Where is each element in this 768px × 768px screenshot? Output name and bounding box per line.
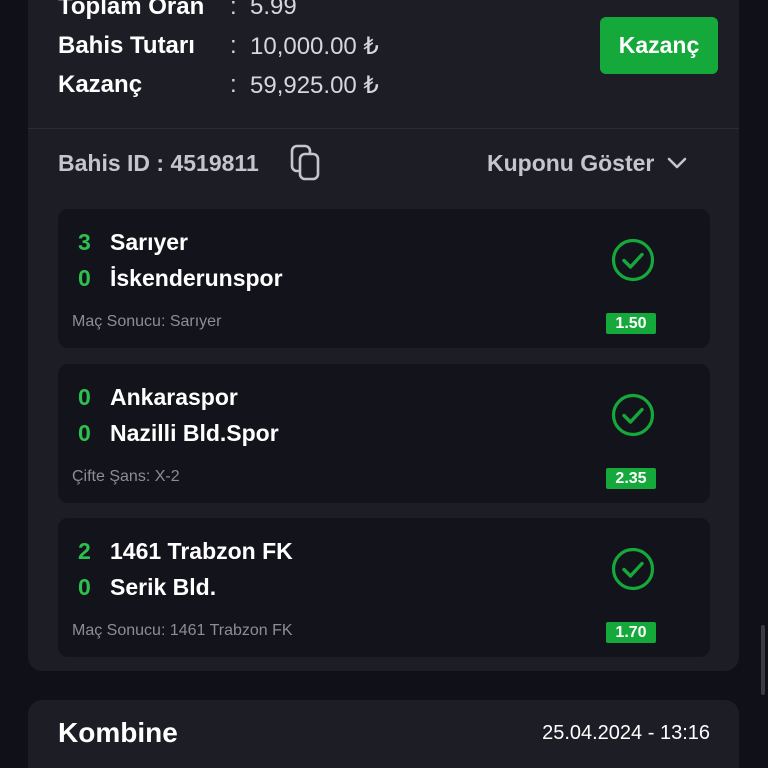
- stake-label: Bahis Tutarı: [58, 32, 195, 59]
- show-coupon-toggle[interactable]: Kuponu Göster: [487, 144, 688, 182]
- away-score: 0: [78, 574, 91, 600]
- away-team: İskenderunspor: [110, 265, 283, 291]
- home-score: 0: [78, 384, 91, 410]
- home-score: 3: [78, 229, 91, 255]
- stake-row: Bahis Tutarı : 10,000.00 ₺: [58, 27, 379, 65]
- stake-value: 10,000.00 ₺: [250, 32, 379, 60]
- market-label: Maç Sonucu: 1461 Trabzon FK: [72, 622, 293, 639]
- show-coupon-label: Kuponu Göster: [487, 149, 655, 176]
- total-odds-colon: :: [230, 0, 237, 20]
- market-label: Maç Sonucu: Sarıyer: [72, 313, 222, 330]
- check-circle-icon: [611, 238, 655, 282]
- away-team: Nazilli Bld.Spor: [110, 420, 279, 446]
- home-team: 1461 Trabzon FK: [110, 538, 293, 564]
- check-circle-icon: [611, 547, 655, 591]
- odds-badge: 1.70: [606, 622, 656, 643]
- match-card[interactable]: 0 Ankaraspor 0 Nazilli Bld.Spor Çifte Şa…: [58, 364, 710, 503]
- coupon-page: Toplam Oran : 5.99 Bahis Tutarı : 10,000…: [0, 0, 768, 768]
- copy-icon[interactable]: [289, 144, 323, 182]
- away-score: 0: [78, 265, 91, 291]
- stake-colon: :: [230, 32, 237, 59]
- odds-badge: 2.35: [606, 468, 656, 489]
- home-team: Ankaraspor: [110, 384, 238, 410]
- total-odds-value: 5.99: [250, 0, 297, 20]
- winnings-row: Kazanç : 59,925.00 ₺: [58, 66, 379, 104]
- home-team: Sarıyer: [110, 229, 189, 255]
- scrollbar[interactable]: [761, 625, 765, 695]
- away-score: 0: [78, 420, 91, 446]
- check-circle-icon: [611, 393, 655, 437]
- coupon-date: 25.04.2024 - 13:16: [542, 721, 710, 744]
- winnings-colon: :: [230, 71, 237, 98]
- home-score: 2: [78, 538, 91, 564]
- away-team: Serik Bld.: [110, 574, 217, 600]
- coupon-type-title: Kombine: [58, 717, 178, 748]
- chevron-down-icon: [668, 157, 687, 169]
- winnings-value: 59,925.00 ₺: [250, 71, 379, 99]
- market-label: Çifte Şans: X-2: [72, 468, 180, 485]
- match-card[interactable]: 2 1461 Trabzon FK 0 Serik Bld. Maç Sonuc…: [58, 518, 710, 657]
- total-odds-label: Toplam Oran: [58, 0, 205, 20]
- divider: [28, 128, 739, 129]
- match-card[interactable]: 3 Sarıyer 0 İskenderunspor Maç Sonucu: S…: [58, 209, 710, 348]
- total-odds-row: Toplam Oran : 5.99: [58, 0, 297, 26]
- bet-id: Bahis ID : 4519811: [58, 149, 259, 176]
- won-status-button[interactable]: Kazanç: [600, 17, 718, 74]
- winnings-label: Kazanç: [58, 71, 143, 98]
- odds-badge: 1.50: [606, 313, 656, 334]
